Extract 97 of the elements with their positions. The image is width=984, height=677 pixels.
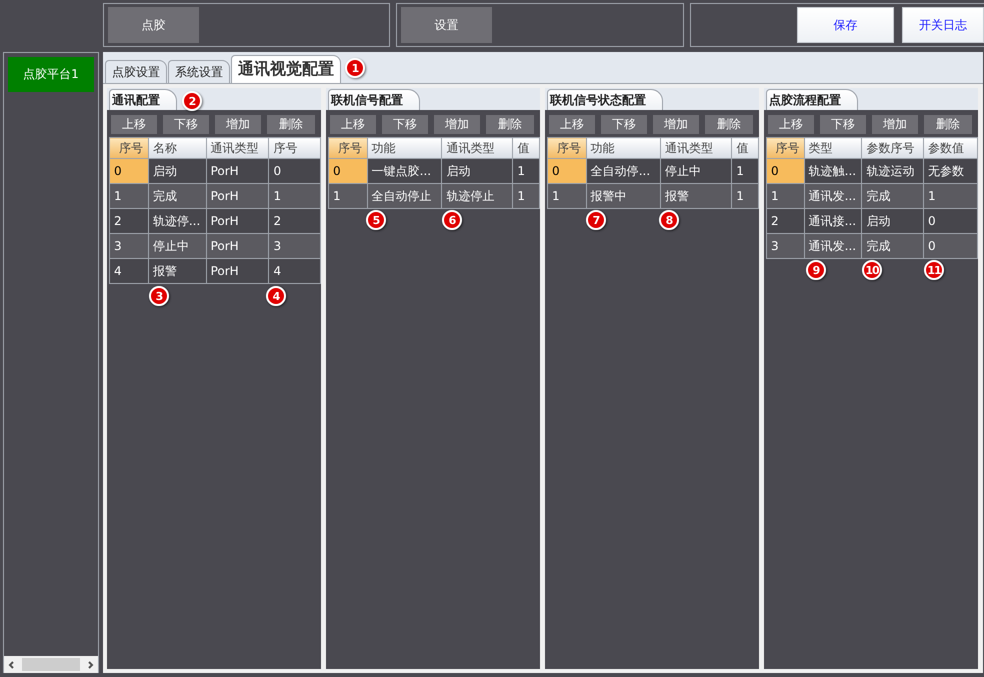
- panel-tab[interactable]: 点胶流程配置: [766, 89, 858, 110]
- table-cell: PorH: [206, 258, 269, 284]
- table-cell: 全自动停止: [367, 184, 442, 208]
- table-cell: 4: [268, 258, 320, 284]
- table-cell: 1: [732, 158, 758, 184]
- table-cell: 2: [766, 208, 804, 234]
- column-header[interactable]: 通讯类型: [206, 138, 269, 158]
- toolbar-button[interactable]: 点胶: [108, 7, 199, 43]
- column-header[interactable]: 值: [512, 138, 540, 158]
- panel-tab[interactable]: 联机信号配置: [328, 89, 420, 110]
- table-cell: 全自动停...: [586, 158, 661, 184]
- table-cell: 轨迹停...: [148, 208, 206, 234]
- column-header[interactable]: 值: [732, 138, 758, 158]
- table-cell: 0: [924, 208, 978, 234]
- panel-button[interactable]: 上移: [111, 115, 157, 134]
- column-header[interactable]: 序号: [548, 138, 586, 158]
- column-header[interactable]: 功能: [367, 138, 442, 158]
- table-cell: 0: [328, 158, 368, 184]
- panel-button[interactable]: 删除: [486, 115, 534, 134]
- table-cell: 报警: [148, 258, 206, 284]
- table-cell: 1: [766, 184, 804, 208]
- toolbar-button[interactable]: 设置: [401, 7, 492, 43]
- column-header[interactable]: 序号: [766, 138, 804, 158]
- table-cell: 完成: [862, 234, 924, 258]
- horizontal-scrollbar[interactable]: [4, 656, 98, 673]
- table-cell: 通讯发...: [804, 184, 862, 208]
- table-cell: 3: [766, 234, 804, 258]
- column-header[interactable]: 序号: [268, 138, 320, 158]
- table-cell: 0: [548, 158, 586, 184]
- table-cell: 2: [268, 208, 320, 234]
- column-header[interactable]: 通讯类型: [442, 138, 513, 158]
- table-cell: 1: [328, 184, 368, 208]
- panel-tab[interactable]: 联机信号状态配置: [547, 89, 663, 110]
- column-header[interactable]: 通讯类型: [660, 138, 732, 158]
- column-header[interactable]: 序号: [110, 138, 148, 158]
- table-cell: 启动: [148, 158, 206, 184]
- table-cell: 0: [924, 234, 978, 258]
- panel-tab[interactable]: 通讯配置: [109, 89, 177, 110]
- table-cell: 报警: [660, 184, 732, 208]
- panel-button[interactable]: 上移: [768, 115, 814, 134]
- table-cell: 1: [512, 184, 540, 208]
- table-cell: PorH: [206, 158, 269, 184]
- table-cell: 2: [110, 208, 148, 234]
- column-header[interactable]: 序号: [328, 138, 368, 158]
- panel-button[interactable]: 删除: [924, 115, 972, 134]
- column-header[interactable]: 类型: [804, 138, 862, 158]
- panel-button[interactable]: 删除: [267, 115, 315, 134]
- column-header[interactable]: 参数序号: [862, 138, 924, 158]
- panel-button[interactable]: 上移: [330, 115, 376, 134]
- panel-button[interactable]: 增加: [434, 115, 480, 134]
- panel-button[interactable]: 下移: [163, 115, 209, 134]
- table-cell: 1: [924, 184, 978, 208]
- table-cell: 1: [110, 184, 148, 208]
- table-cell: 0: [110, 158, 148, 184]
- table-cell: 完成: [148, 184, 206, 208]
- table-cell: 0: [268, 158, 320, 184]
- tab[interactable]: 系统设置: [168, 60, 230, 83]
- panel-button[interactable]: 下移: [601, 115, 647, 134]
- tab[interactable]: 点胶设置: [105, 60, 167, 83]
- table-cell: PorH: [206, 208, 269, 234]
- table-cell: 1: [268, 184, 320, 208]
- table-cell: 启动: [862, 208, 924, 234]
- table-cell: 报警中: [586, 184, 661, 208]
- table-cell: 启动: [442, 158, 513, 184]
- table-cell: 轨迹停止: [442, 184, 513, 208]
- column-header[interactable]: 名称: [148, 138, 206, 158]
- table-cell: PorH: [206, 184, 269, 208]
- panel-button[interactable]: 增加: [872, 115, 918, 134]
- table-cell: 无参数: [924, 158, 978, 184]
- table-cell: 4: [110, 258, 148, 284]
- table-cell: PorH: [206, 234, 269, 258]
- table-cell: 停止中: [148, 234, 206, 258]
- panel-button[interactable]: 上移: [549, 115, 595, 134]
- tab[interactable]: 通讯视觉配置: [231, 55, 341, 83]
- table-cell: 轨迹触...: [804, 158, 862, 184]
- table-cell: 1: [512, 158, 540, 184]
- table-cell: 通讯发...: [804, 234, 862, 258]
- table-cell: 1: [548, 184, 586, 208]
- panel-button[interactable]: 增加: [215, 115, 261, 134]
- table-cell: 一键点胶...: [367, 158, 442, 184]
- platform-item[interactable]: 点胶平台1: [8, 57, 94, 92]
- toolbar-button[interactable]: 保存: [797, 7, 894, 43]
- table-cell: 轨迹运动: [862, 158, 924, 184]
- column-header[interactable]: 参数值: [924, 138, 978, 158]
- table-cell: 1: [732, 184, 758, 208]
- table-cell: 停止中: [660, 158, 732, 184]
- table-cell: 完成: [862, 184, 924, 208]
- panel-button[interactable]: 增加: [653, 115, 699, 134]
- panel-button[interactable]: 删除: [705, 115, 753, 134]
- panel-button[interactable]: 下移: [820, 115, 866, 134]
- panel-button[interactable]: 下移: [382, 115, 428, 134]
- toolbar-button[interactable]: 开关日志: [902, 7, 984, 43]
- table-cell: 通讯接...: [804, 208, 862, 234]
- table-cell: 0: [766, 158, 804, 184]
- column-header[interactable]: 功能: [586, 138, 661, 158]
- table-cell: 3: [268, 234, 320, 258]
- table-cell: 3: [110, 234, 148, 258]
